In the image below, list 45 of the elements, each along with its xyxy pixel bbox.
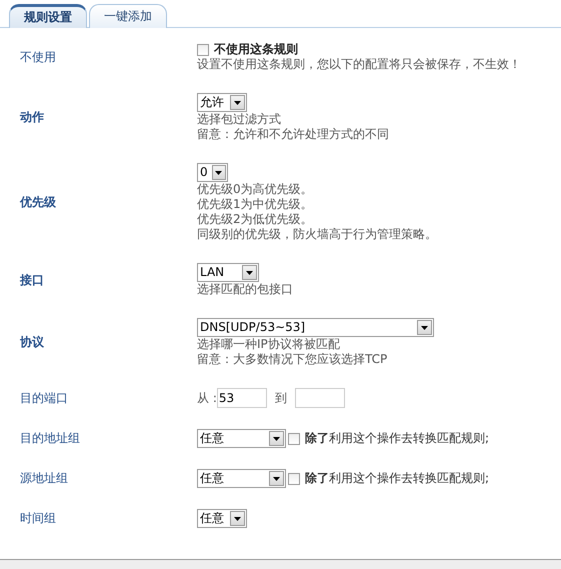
hint-text: 同级别的优先级，防火墙高于行为管理策略。	[197, 227, 437, 242]
caret-icon	[230, 95, 245, 110]
caret-icon	[230, 511, 245, 526]
dropdown[interactable]: 任意	[197, 509, 247, 528]
hint-text: 选择包过滤方式	[197, 112, 282, 127]
tab[interactable]: 规则设置	[9, 4, 87, 28]
caret-icon	[417, 320, 432, 335]
hint-text: 选择哪一种IP协议将被匹配	[197, 337, 341, 352]
caret-icon	[212, 165, 226, 180]
caret-icon	[269, 471, 284, 486]
field-label: 源地址组	[19, 471, 69, 486]
hint-text: 留意：大多数情况下您应该选择TCP	[197, 352, 388, 367]
checkbox[interactable]	[288, 472, 300, 484]
field-label: 接口	[18, 272, 45, 288]
field-label: 时间组	[19, 511, 57, 526]
dropdown[interactable]: 任意	[197, 469, 286, 488]
to-label: 到	[274, 390, 287, 406]
hint-text: 优先级1为中优先级。	[197, 197, 314, 212]
dropdown[interactable]: 任意	[197, 429, 286, 448]
hint-text: 优先级0为高优先级。	[197, 182, 314, 197]
field-label: 优先级	[18, 195, 57, 210]
hint-text: 选择匹配的包接口	[197, 282, 293, 297]
dropdown[interactable]: DNS[UDP/53~53]	[197, 318, 434, 337]
checkbox-label: 除了利用这个操作去转换匹配规则;	[305, 431, 490, 446]
port-input[interactable]: 53	[216, 388, 267, 408]
field-label: 目的端口	[19, 390, 69, 406]
caret-icon	[242, 265, 257, 280]
tab[interactable]: 一键添加	[89, 4, 167, 28]
hint-text: 设置不使用这条规则，您以下的配置将只会被保存，不生效！	[197, 57, 521, 72]
port-input[interactable]	[294, 388, 345, 408]
caret-icon	[269, 431, 284, 446]
from-label: 从 :	[197, 390, 217, 406]
checkbox-label: 除了利用这个操作去转换匹配规则;	[305, 471, 490, 486]
field-label: 不使用	[19, 50, 57, 64]
checkbox-label: 不使用这条规则	[214, 42, 298, 57]
field-label: 协议	[19, 335, 45, 350]
field-label: 目的地址组	[19, 431, 81, 446]
dropdown[interactable]: LAN	[197, 263, 259, 282]
field-label: 动作	[18, 110, 45, 125]
checkbox[interactable]	[197, 44, 209, 56]
dropdown[interactable]: 0	[197, 163, 228, 182]
dropdown[interactable]: 允许	[197, 93, 247, 112]
hint-text: 留意：允许和不允许处理方式的不同	[197, 127, 389, 142]
hint-text: 优先级2为低优先级。	[197, 212, 314, 227]
checkbox[interactable]	[288, 432, 300, 444]
